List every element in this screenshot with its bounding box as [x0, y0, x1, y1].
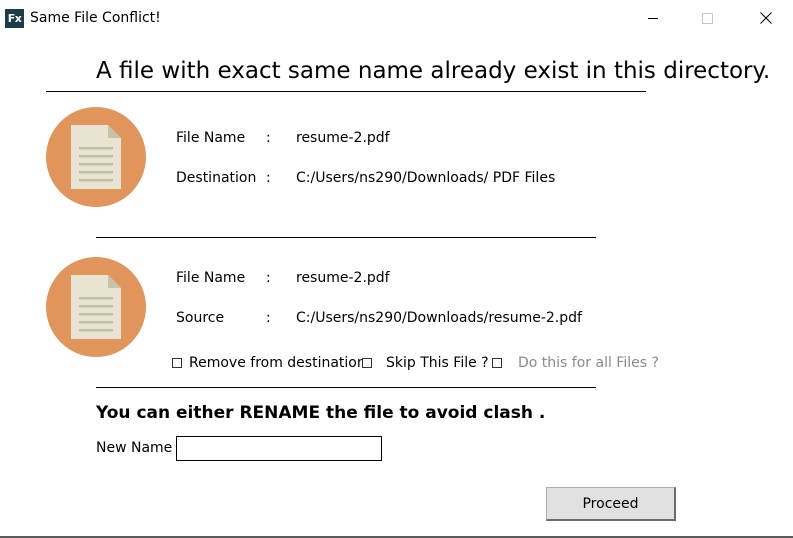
source-file-icon-circle	[46, 257, 146, 357]
section-divider	[96, 237, 596, 238]
window-title: Same File Conflict!	[30, 10, 161, 26]
conflict-heading: A file with exact same name already exis…	[96, 58, 771, 84]
source-path-value: C:/Users/ns290/Downloads/resume-2.pdf	[296, 310, 582, 326]
close-button[interactable]	[743, 0, 789, 36]
fx-app-icon: Fx	[5, 9, 24, 28]
do-this-for-all-checkbox[interactable]	[492, 358, 502, 368]
options-divider	[96, 387, 596, 388]
source-path-label: Source	[176, 310, 225, 326]
source-path-separator: :	[266, 310, 271, 326]
new-name-input[interactable]	[176, 436, 382, 461]
destination-file-name-value: resume-2.pdf	[296, 130, 390, 146]
do-this-for-all-label: Do this for all Files ?	[518, 355, 659, 371]
title-bar[interactable]: Fx Same File Conflict!	[0, 0, 793, 36]
conflict-dialog-window: Fx Same File Conflict! A file with exact…	[0, 0, 793, 538]
destination-path-separator: :	[266, 170, 271, 186]
destination-path-value: C:/Users/ns290/Downloads/ PDF Files	[296, 170, 556, 186]
destination-file-icon-circle	[46, 107, 146, 207]
skip-this-file-label: Skip This File ?	[386, 355, 489, 371]
source-file-name-value: resume-2.pdf	[296, 270, 390, 286]
new-name-label: New Name :	[96, 440, 182, 456]
skip-this-file-checkbox[interactable]	[362, 358, 372, 368]
maximize-button[interactable]	[684, 0, 730, 36]
source-file-name-separator: :	[266, 270, 271, 286]
heading-divider	[46, 91, 646, 92]
source-file-name-label: File Name	[176, 270, 246, 286]
rename-heading: You can either RENAME the file to avoid …	[96, 403, 546, 423]
minimize-button[interactable]	[630, 0, 676, 36]
destination-file-name-separator: :	[266, 130, 271, 146]
maximize-icon	[701, 12, 713, 24]
do-this-for-all-option[interactable]: Do this for all Files ?	[492, 354, 659, 372]
proceed-button[interactable]: Proceed	[546, 487, 676, 521]
close-icon	[760, 12, 772, 24]
destination-path-label: Destination	[176, 170, 257, 186]
destination-file-name-label: File Name	[176, 130, 246, 146]
remove-from-destination-option[interactable]: Remove from destination	[172, 354, 366, 372]
document-icon	[71, 275, 121, 339]
document-icon	[71, 125, 121, 189]
remove-from-destination-checkbox[interactable]	[172, 358, 182, 368]
minimize-icon	[648, 17, 658, 19]
remove-from-destination-label: Remove from destination	[189, 355, 366, 371]
skip-this-file-option[interactable]: Skip This File ?	[362, 354, 489, 372]
